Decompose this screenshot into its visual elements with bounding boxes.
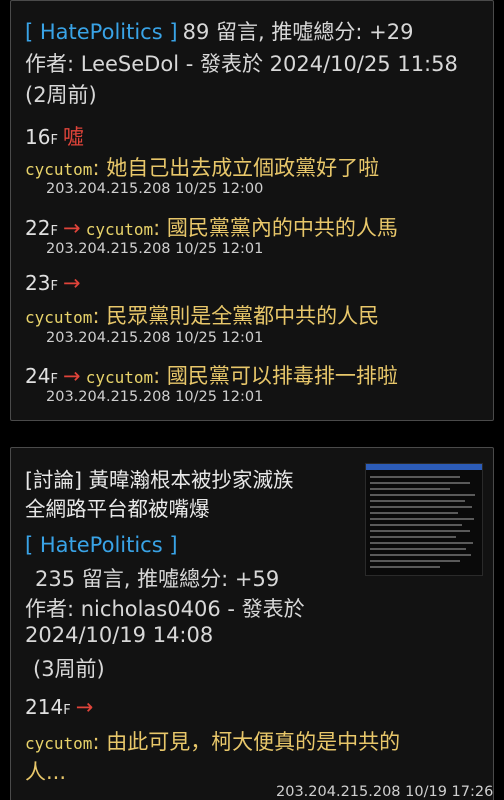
- comment-text: : 國民黨可以排毒排一排啦: [153, 364, 398, 388]
- comment-floor-row: 214F →: [25, 695, 93, 719]
- post-thumbnail[interactable]: [365, 463, 483, 576]
- floor-number: 214F: [25, 695, 71, 719]
- thumbnail-header-bar: [366, 464, 482, 470]
- floor-number: 22F: [25, 216, 58, 240]
- post-date: 2024/10/19 14:08: [25, 623, 214, 647]
- arrow-icon: →: [75, 695, 94, 719]
- thumbnail-row: [370, 524, 462, 526]
- thumbnail-row: [370, 482, 470, 484]
- thumbnail-row: [370, 548, 466, 550]
- comment-ip: 203.204.215.208 10/25 12:01: [46, 389, 264, 405]
- comment-user[interactable]: cycutom: [25, 734, 92, 753]
- post-card[interactable]: [ HatePolitics ] 89 留言, 推噓總分: +29 作者: Le…: [10, 0, 494, 421]
- comment-row[interactable]: cycutom: 由此可見，柯大便真的是中共的: [25, 726, 400, 756]
- floor-number: 24F: [25, 364, 58, 388]
- board-tag[interactable]: [ HatePolitics ]: [25, 20, 178, 44]
- comment-floor-row: 16F 噓: [25, 121, 84, 151]
- arrow-icon: →: [63, 364, 81, 388]
- comment-user[interactable]: cycutom: [86, 368, 153, 387]
- comment-text: : 民眾黨則是全黨都中共的人民: [92, 304, 380, 328]
- post-age: (2周前): [25, 83, 97, 107]
- post-stats: 235 留言, 推噓總分: +59: [35, 567, 280, 591]
- post-author: 作者: nicholas0406 - 發表於: [25, 597, 305, 621]
- comment-ip: 203.204.215.208 10/25 12:01: [46, 330, 264, 346]
- comment-row[interactable]: cycutom: 民眾黨則是全黨都中共的人民: [25, 300, 379, 330]
- comment-ip: 203.204.215.208 10/25 12:01: [46, 241, 264, 257]
- thumbnail-row: [370, 488, 450, 490]
- comment-text: : 由此可見，柯大便真的是中共的: [92, 730, 401, 754]
- thumbnail-row: [370, 506, 472, 508]
- thumbnail-row: [370, 494, 475, 496]
- comment-user[interactable]: cycutom: [25, 160, 92, 179]
- comment-text: : 國民黨黨內的中共的人馬: [153, 216, 398, 240]
- comment-user[interactable]: cycutom: [86, 220, 153, 239]
- arrow-icon: →: [63, 216, 81, 240]
- post-header: [ HatePolitics ] 89 留言, 推噓總分: +29: [25, 16, 413, 46]
- post-card[interactable]: [討論] 黃暐瀚根本被抄家滅族 全網路平台都被嘴爆 [ HatePolitics…: [10, 447, 494, 800]
- thumbnail-row: [370, 554, 471, 556]
- comment-text: : 她自己出去成立個政黨好了啦: [92, 156, 380, 180]
- thumbnail-row: [370, 512, 458, 514]
- post-title-cont[interactable]: 全網路平台都被嘴爆: [25, 492, 210, 522]
- comment-floor-row: 23F →: [25, 271, 81, 295]
- thumbnail-row: [370, 500, 465, 502]
- thumbnail-row: [370, 566, 440, 568]
- boo-tag: 噓: [63, 125, 85, 149]
- post-title[interactable]: [討論] 黃暐瀚根本被抄家滅族: [25, 463, 294, 493]
- comment-ip: 203.204.215.208 10/19 17:26: [276, 784, 494, 800]
- post-author: 作者: LeeSeDol - 發表於 2024/10/25 11:58: [25, 52, 458, 76]
- arrow-icon: →: [63, 271, 81, 295]
- thumbnail-row: [370, 518, 474, 520]
- floor-number: 23F: [25, 271, 58, 295]
- floor-number: 16F: [25, 125, 58, 149]
- comment-user[interactable]: cycutom: [25, 308, 92, 327]
- comment-row[interactable]: cycutom: 她自己出去成立個政黨好了啦: [25, 152, 379, 182]
- thumbnail-row: [370, 560, 460, 562]
- comment-ip: 203.204.215.208 10/25 12:00: [46, 181, 264, 197]
- board-tag[interactable]: [ HatePolitics ]: [25, 533, 178, 557]
- post-age: (3周前): [33, 657, 105, 681]
- comment-row[interactable]: 22F → cycutom: 國民黨黨內的中共的人馬: [25, 212, 398, 242]
- thumbnail-row: [370, 542, 473, 544]
- thumbnail-row: [370, 476, 460, 478]
- comment-text-cont: 人...: [25, 760, 67, 784]
- post-stats: 89 留言, 推噓總分: +29: [182, 20, 414, 44]
- comment-row[interactable]: 24F → cycutom: 國民黨可以排毒排一排啦: [25, 360, 398, 390]
- thumbnail-row: [370, 530, 470, 532]
- thumbnail-row: [370, 536, 456, 538]
